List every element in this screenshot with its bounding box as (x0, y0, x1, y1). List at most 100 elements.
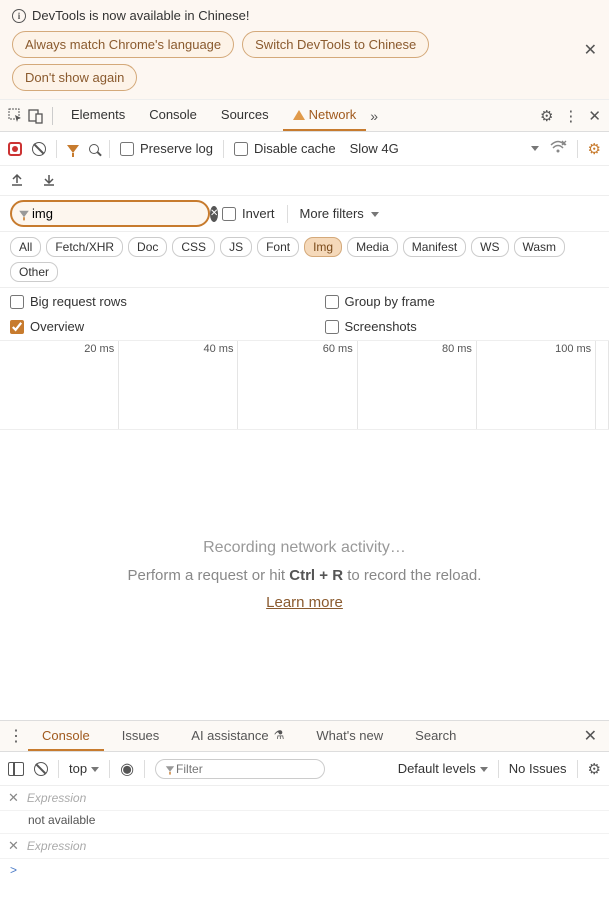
drawer-tab-search[interactable]: Search (401, 721, 470, 751)
drawer-tab-issues[interactable]: Issues (108, 721, 174, 751)
drawer-tab-ai[interactable]: AI assistance⚗ (177, 721, 298, 751)
network-conditions-icon[interactable] (549, 139, 567, 159)
clear-console-icon[interactable] (34, 762, 48, 776)
tab-console[interactable]: Console (139, 100, 207, 131)
network-options: Big request rows Overview Group by frame… (0, 288, 609, 340)
tab-sources[interactable]: Sources (211, 100, 279, 131)
console-filter-wrap[interactable] (155, 759, 325, 779)
divider (577, 760, 578, 778)
log-levels-select[interactable]: Default levels (398, 761, 488, 776)
big-rows-label: Big request rows (30, 294, 127, 309)
export-har-icon[interactable] (10, 172, 24, 190)
remove-expression-icon[interactable]: ✕ (8, 790, 19, 806)
disable-cache-label: Disable cache (254, 141, 336, 156)
tab-elements[interactable]: Elements (61, 100, 135, 131)
overview-input[interactable] (10, 320, 24, 334)
drawer-kebab-icon[interactable]: ⋮ (8, 726, 24, 746)
drawer-tab-console[interactable]: Console (28, 721, 104, 751)
levels-label: Default levels (398, 761, 476, 776)
divider (52, 107, 53, 125)
group-frame-checkbox[interactable]: Group by frame (325, 294, 600, 309)
clear-button[interactable] (32, 142, 46, 156)
screenshots-checkbox[interactable]: Screenshots (325, 319, 600, 334)
timeline-tick: 20 ms (84, 343, 114, 355)
type-media[interactable]: Media (347, 237, 398, 257)
close-drawer-icon[interactable]: ✕ (580, 726, 601, 746)
expression-placeholder: Expression (27, 839, 86, 853)
drawer-tabs: ⋮ Console Issues AI assistance⚗ What's n… (0, 720, 609, 752)
timeline-tick: 60 ms (323, 343, 353, 355)
type-manifest[interactable]: Manifest (403, 237, 466, 257)
type-js[interactable]: JS (220, 237, 252, 257)
device-icon[interactable] (28, 108, 44, 124)
banner-title: DevTools is now available in Chinese! (32, 8, 250, 23)
console-settings-icon[interactable]: ⚙ (588, 760, 601, 778)
funnel-icon (166, 766, 174, 772)
type-other[interactable]: Other (10, 262, 58, 282)
kebab-icon[interactable]: ⋮ (563, 107, 578, 125)
type-img[interactable]: Img (304, 237, 342, 257)
tab-network[interactable]: Network (283, 100, 367, 131)
divider (58, 760, 59, 778)
disable-cache-checkbox[interactable]: Disable cache (234, 141, 336, 156)
group-frame-input[interactable] (325, 295, 339, 309)
dont-show-button[interactable]: Don't show again (12, 64, 137, 91)
learn-more-link[interactable]: Learn more (266, 594, 343, 611)
type-doc[interactable]: Doc (128, 237, 167, 257)
disable-cache-input[interactable] (234, 142, 248, 156)
filter-input[interactable] (30, 204, 210, 223)
remove-expression-icon[interactable]: ✕ (8, 838, 19, 854)
type-wasm[interactable]: Wasm (514, 237, 566, 257)
preserve-log-checkbox[interactable]: Preserve log (120, 141, 213, 156)
type-font[interactable]: Font (257, 237, 299, 257)
switch-language-button[interactable]: Switch DevTools to Chinese (242, 31, 429, 58)
more-tabs-icon[interactable]: » (370, 108, 378, 124)
type-ws[interactable]: WS (471, 237, 508, 257)
console-toolbar: top ◉ Default levels No Issues ⚙ (0, 752, 609, 786)
filter-input-wrap[interactable]: ✕ (10, 200, 210, 227)
network-settings-icon[interactable]: ⚙ (588, 140, 601, 158)
screenshots-label: Screenshots (345, 319, 417, 334)
language-banner: i DevTools is now available in Chinese! … (0, 0, 609, 100)
timeline-tick: 80 ms (442, 343, 472, 355)
clear-filter-icon[interactable]: ✕ (210, 206, 218, 222)
close-banner-icon[interactable]: ✕ (584, 40, 597, 60)
chevron-down-icon[interactable] (531, 146, 539, 151)
no-issues-button[interactable]: No Issues (509, 761, 567, 776)
close-devtools-icon[interactable]: ✕ (588, 107, 601, 125)
type-fetch[interactable]: Fetch/XHR (46, 237, 123, 257)
record-button[interactable] (8, 142, 22, 156)
filter-toggle-icon[interactable] (67, 145, 79, 153)
screenshots-input[interactable] (325, 320, 339, 334)
timeline-overview[interactable]: 20 ms 40 ms 60 ms 80 ms 100 ms (0, 340, 609, 430)
context-value: top (69, 761, 87, 776)
overview-checkbox[interactable]: Overview (10, 319, 285, 334)
timeline-tick: 100 ms (555, 343, 591, 355)
live-expression-row[interactable]: ✕ Expression (0, 786, 609, 811)
invert-checkbox[interactable]: Invert (222, 206, 275, 221)
more-filters-button[interactable]: More filters (300, 206, 380, 221)
expression-value: not available (0, 811, 609, 834)
type-all[interactable]: All (10, 237, 41, 257)
big-rows-input[interactable] (10, 295, 24, 309)
drawer-tab-whatsnew[interactable]: What's new (302, 721, 397, 751)
sidebar-toggle-icon[interactable] (8, 762, 24, 776)
import-har-icon[interactable] (42, 172, 56, 190)
invert-input[interactable] (222, 207, 236, 221)
type-css[interactable]: CSS (172, 237, 215, 257)
search-icon[interactable] (89, 144, 99, 154)
throttling-select[interactable]: Slow 4G (346, 139, 403, 158)
settings-icon[interactable]: ⚙ (540, 107, 553, 125)
context-selector[interactable]: top (69, 761, 99, 776)
big-rows-checkbox[interactable]: Big request rows (10, 294, 285, 309)
console-filter-input[interactable] (176, 762, 331, 776)
live-expression-icon[interactable]: ◉ (120, 759, 134, 779)
preserve-log-input[interactable] (120, 142, 134, 156)
inspect-icon[interactable] (8, 108, 24, 124)
divider (223, 140, 224, 158)
rec-sub-c: to record the reload. (343, 567, 481, 584)
live-expression-row[interactable]: ✕ Expression (0, 834, 609, 859)
console-prompt[interactable]: > (0, 859, 609, 881)
more-filters-label: More filters (300, 206, 364, 221)
match-language-button[interactable]: Always match Chrome's language (12, 31, 234, 58)
